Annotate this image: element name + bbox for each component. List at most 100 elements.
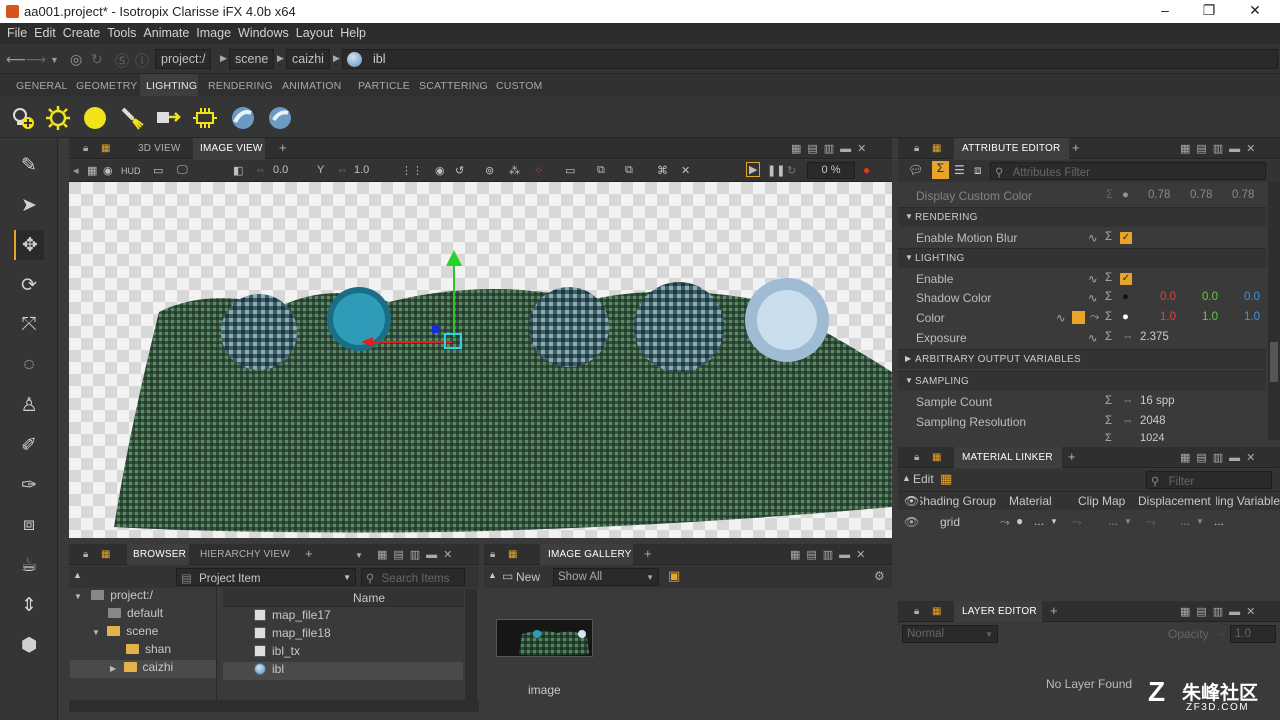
color-swatch-icon[interactable]: ● bbox=[1122, 189, 1129, 201]
menu-file[interactable]: File bbox=[0, 23, 27, 40]
sigma-icon[interactable]: Σ bbox=[1105, 415, 1112, 427]
tab-particle[interactable]: PARTICLE bbox=[358, 80, 410, 92]
show-all-select[interactable]: Show All ▼ bbox=[553, 568, 659, 586]
toolbar-menu-icon[interactable]: ◂ bbox=[73, 164, 79, 177]
record-icon[interactable]: ● bbox=[863, 163, 870, 177]
extra-icon[interactable]: ⌘ bbox=[657, 164, 668, 177]
ruler-icon[interactable]: ⇕ bbox=[14, 590, 44, 620]
rgb-icon[interactable]: ⁂ bbox=[509, 164, 520, 177]
target-icon[interactable]: ◎ bbox=[70, 51, 82, 68]
visibility-icon[interactable]: 👁︎ bbox=[904, 494, 919, 508]
tree-shan[interactable]: shan bbox=[70, 642, 216, 660]
section-sampling[interactable]: ▼ SAMPLING bbox=[898, 371, 1266, 391]
history-dropdown-icon[interactable]: ▼ bbox=[50, 55, 59, 65]
close-button[interactable]: ✕ bbox=[1240, 2, 1270, 21]
rotate-icon[interactable]: ⟳ bbox=[14, 270, 44, 300]
menu-help[interactable]: Help bbox=[333, 23, 366, 40]
material-filter-input[interactable]: ⚲ Filter bbox=[1146, 471, 1272, 489]
menu-create[interactable]: Create bbox=[56, 23, 101, 40]
snapshot-icon[interactable]: ◉ bbox=[435, 164, 445, 177]
material-dots[interactable]: ... bbox=[1034, 514, 1044, 528]
shader-ball-icon[interactable]: ⬢ bbox=[14, 630, 44, 660]
collapse-icon[interactable]: ▲ bbox=[488, 570, 497, 580]
curve-icon[interactable]: ∿ bbox=[1088, 291, 1098, 305]
layout-icons[interactable]: ▦▤▥▬✕ bbox=[790, 548, 871, 561]
refresh-render-icon[interactable]: ↻ bbox=[787, 164, 796, 177]
edit-menu[interactable]: Edit bbox=[913, 472, 934, 486]
gallery-settings-icon[interactable]: ⚙ bbox=[874, 569, 885, 583]
link-icon[interactable]: ⤳ bbox=[1090, 311, 1099, 324]
opacity-field[interactable]: 1.0 bbox=[1230, 625, 1276, 643]
maximize-button[interactable]: ❐ bbox=[1194, 2, 1224, 21]
curve-icon[interactable]: ∿ bbox=[1088, 331, 1098, 345]
tab-lighting[interactable]: LIGHTING bbox=[146, 80, 197, 92]
comment-icon[interactable]: 💬︎ bbox=[908, 163, 923, 177]
panel-menu-icon[interactable]: ▦ bbox=[932, 452, 942, 463]
spot-light-icon[interactable] bbox=[119, 105, 145, 131]
tab-custom[interactable]: CUSTOM bbox=[496, 80, 543, 92]
section-lighting[interactable]: ▼ LIGHTING bbox=[898, 248, 1266, 268]
clipmap-dots[interactable]: ... bbox=[1108, 514, 1118, 528]
attr-value-g[interactable]: 1.0 bbox=[1202, 311, 1218, 323]
layout-icons[interactable]: ▦▤▥▬✕ bbox=[1180, 142, 1261, 155]
tab-geometry[interactable]: GEOMETRY bbox=[76, 80, 138, 92]
scrollbar-thumb[interactable] bbox=[1270, 342, 1278, 382]
no-render-icon[interactable]: ✕ bbox=[681, 164, 690, 177]
tab-general[interactable]: GENERAL bbox=[16, 80, 68, 92]
move-icon[interactable]: ✥ bbox=[14, 230, 44, 260]
lock-icon[interactable]: 🔒︎ bbox=[83, 549, 89, 560]
add-tab-icon[interactable]: + bbox=[279, 140, 287, 155]
sigma-icon[interactable]: Σ bbox=[1105, 395, 1112, 407]
attr-value-r[interactable]: 0.0 bbox=[1160, 291, 1176, 303]
lock-icon[interactable]: 🔒︎ bbox=[914, 452, 920, 463]
col-clip-map[interactable]: Clip Map bbox=[1078, 494, 1125, 508]
motion-blur-checkbox[interactable]: ✓ bbox=[1120, 232, 1132, 244]
display-icon[interactable]: ▭ bbox=[153, 164, 163, 177]
lock-icon[interactable]: 🔒︎ bbox=[83, 143, 89, 154]
link-icon[interactable]: ⤳ bbox=[1146, 515, 1156, 530]
list-item[interactable]: ibl_tx bbox=[223, 644, 463, 662]
point-light-icon[interactable] bbox=[10, 105, 36, 131]
sun-light-icon[interactable] bbox=[45, 105, 71, 131]
slider-arrows-icon[interactable]: ⇔ bbox=[1122, 331, 1134, 343]
attr-value-r[interactable]: 0.78 bbox=[1148, 189, 1170, 201]
tree-project[interactable]: ▼ project:/ bbox=[70, 588, 216, 606]
menu-edit[interactable]: Edit bbox=[27, 23, 56, 40]
tab-hierarchy-view[interactable]: HIERARCHY VIEW bbox=[200, 549, 290, 560]
material-ball-icon[interactable]: ● bbox=[1016, 514, 1023, 528]
search-items-input[interactable]: ⚲ Search Items bbox=[361, 568, 465, 586]
image-thumbnail[interactable] bbox=[496, 619, 593, 657]
hud-toggle[interactable]: HUD bbox=[121, 166, 141, 176]
name-column-header[interactable]: Name bbox=[223, 589, 464, 607]
collapse-icon[interactable]: ▲ bbox=[902, 473, 911, 483]
new-button[interactable]: New bbox=[516, 570, 540, 584]
panel-menu-icon[interactable]: ▦ bbox=[932, 606, 942, 617]
pause-render-icon[interactable]: ❚❚ bbox=[767, 164, 785, 177]
lock-icon[interactable]: 🔒︎ bbox=[490, 549, 496, 560]
attr-value-b[interactable]: 0.78 bbox=[1232, 189, 1254, 201]
view-toggle-icon[interactable]: ◉ bbox=[103, 164, 113, 177]
color-swatch-icon[interactable]: ● bbox=[1122, 311, 1129, 323]
physical-sky-icon[interactable] bbox=[267, 105, 293, 131]
gamma-arrows-icon[interactable]: ⇔ bbox=[337, 164, 348, 176]
color-swatch-icon[interactable]: ● bbox=[1122, 291, 1129, 303]
crumb-scene[interactable]: scene bbox=[229, 49, 275, 69]
select-arrow-icon[interactable]: ➤ bbox=[14, 190, 44, 220]
tab-image-view[interactable]: IMAGE VIEW bbox=[200, 143, 263, 154]
section-rendering[interactable]: ▼ RENDERING bbox=[898, 207, 1266, 227]
minimize-button[interactable]: – bbox=[1150, 2, 1180, 21]
tree-default[interactable]: default bbox=[70, 606, 216, 624]
tree-caizhi[interactable]: ▶ caizhi bbox=[70, 660, 216, 678]
dropdown-icon[interactable]: ▼ bbox=[1050, 517, 1058, 526]
forward-arrow-icon[interactable]: ⟶ bbox=[26, 51, 46, 68]
layout-icons[interactable]: ▦▤▥▬✕ bbox=[377, 548, 458, 561]
paint-icon[interactable]: ✐ bbox=[14, 430, 44, 460]
crumb-project[interactable]: project:/ bbox=[155, 49, 212, 69]
stamp-icon[interactable]: ♙ bbox=[14, 390, 44, 420]
tab-browser[interactable]: BROWSER bbox=[133, 549, 186, 560]
expand-triangle-icon[interactable]: ▼ bbox=[92, 628, 100, 637]
slider-arrows-icon[interactable]: ⇔ bbox=[1216, 628, 1227, 640]
monitor-icon[interactable]: 🖵︎ bbox=[177, 164, 188, 177]
panel-menu-icon[interactable]: ▦ bbox=[101, 143, 111, 154]
nav-icon[interactable]: ⧈ bbox=[974, 163, 982, 178]
